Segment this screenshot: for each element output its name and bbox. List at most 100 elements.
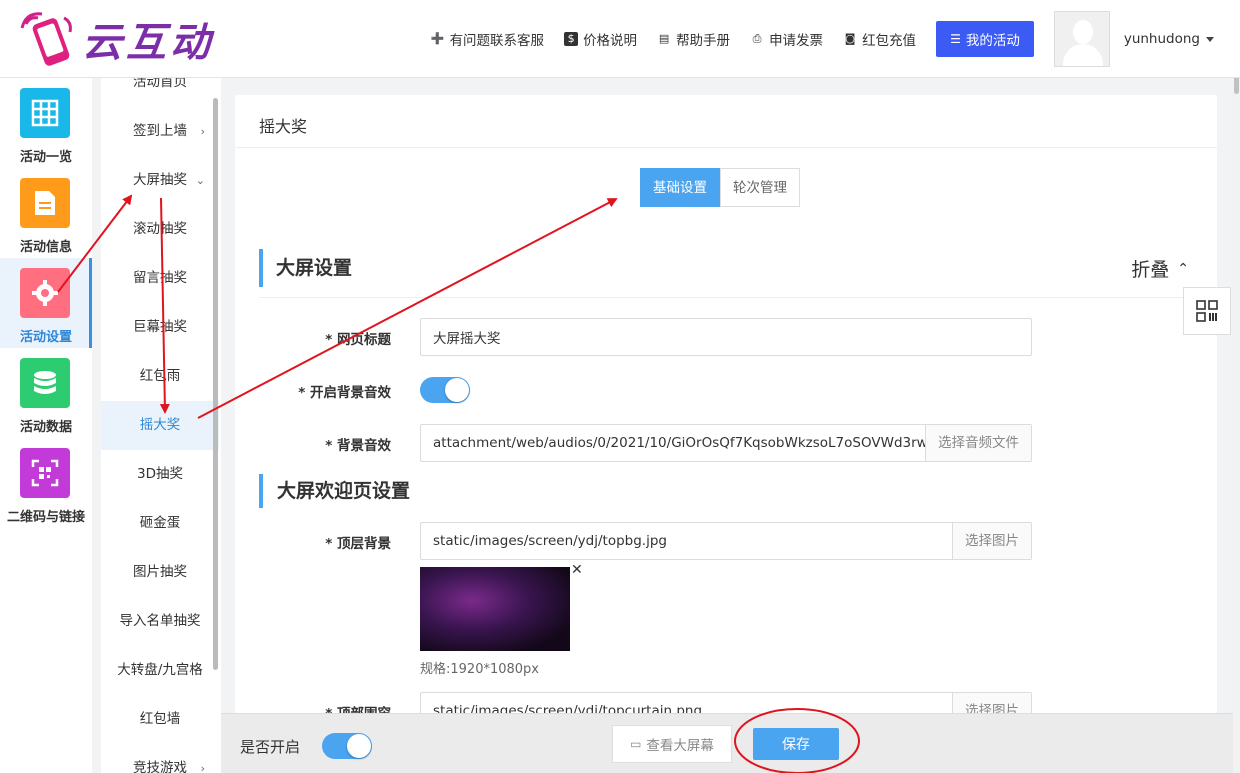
qrcode-icon <box>1196 300 1218 322</box>
sidebar-item-qrcode[interactable]: 二维码与链接 <box>0 438 92 528</box>
sidebar2-label: 留言抽奖 <box>133 270 187 286</box>
field-label: * 顶层背景 <box>325 536 391 552</box>
pricing-link[interactable]: $ 价格说明 <box>564 29 637 49</box>
sidebar2-label: 3D抽奖 <box>137 466 183 482</box>
chevron-down-icon: ⌄ <box>195 174 205 187</box>
image-spec: 规格:1920*1080px <box>420 662 539 677</box>
bg-sound-toggle[interactable] <box>420 377 470 403</box>
support-link[interactable]: ➕ 有问题联系客服 <box>430 29 545 49</box>
tab-round-management[interactable]: 轮次管理 <box>720 168 800 207</box>
divider <box>259 297 1217 298</box>
field-label: * 背景音效 <box>325 438 391 454</box>
input-value: 大屏摇大奖 <box>433 331 501 347</box>
sidebar2-label: 巨幕抽奖 <box>133 319 187 335</box>
sidebar-label: 活动一览 <box>19 150 72 165</box>
sidebar2-item-wheel[interactable]: 大转盘/九宫格 <box>101 646 219 695</box>
sidebar-item-overview[interactable]: 活动一览 <box>0 78 92 168</box>
fold-button[interactable]: 折叠 ⌃ <box>1131 255 1189 282</box>
brand-name: 云互动 <box>82 20 214 66</box>
pricing-label: 价格说明 <box>583 33 638 49</box>
page-title-input[interactable]: 大屏摇大奖 <box>420 318 1032 356</box>
bg-sound-input[interactable]: attachment/web/audios/0/2021/10/GiOrOsQf… <box>420 424 1032 462</box>
sidebar2-label: 砸金蛋 <box>139 515 181 531</box>
select-audio-button[interactable]: 选择音频文件 <box>925 425 1031 461</box>
page-scrollbar[interactable] <box>1233 0 1240 773</box>
header-nav: ➕ 有问题联系客服 $ 价格说明 ▤ 帮助手册 ⎙ 申请发票 ◙ 红包充值 ☰ 我的活动 y… <box>431 0 1240 78</box>
top-bg-input[interactable]: static/images/screen/ydj/topbg.jpg 选择图片 <box>420 522 1032 560</box>
close-icon[interactable]: ✕ <box>571 562 583 578</box>
chevron-right-icon: › <box>200 125 205 138</box>
select-image-button[interactable]: 选择图片 <box>952 523 1031 559</box>
divider <box>235 147 1217 148</box>
view-screen-label: 查看大屏幕 <box>646 738 714 754</box>
qrcode-float-button[interactable] <box>1183 287 1231 335</box>
input-value: static/images/screen/ydj/topbg.jpg <box>433 533 667 549</box>
logo[interactable]: 云互动 <box>20 10 214 68</box>
user-plus-icon: ➕ <box>430 32 445 45</box>
sidebar2-label: 导入名单抽奖 <box>119 613 201 629</box>
sidebar-scrollbar[interactable] <box>213 98 218 670</box>
avatar[interactable] <box>1053 11 1110 67</box>
sidebar2-item-red-packet-wall[interactable]: 红包墙 <box>101 695 219 744</box>
user-menu[interactable]: yunhudong <box>1124 31 1214 47</box>
page-title: 摇大奖 <box>259 117 308 136</box>
sidebar2-item-golden-egg[interactable]: 砸金蛋 <box>101 499 219 548</box>
sidebar2-item-lottery[interactable]: 大屏抽奖 ⌄ <box>101 156 219 205</box>
recharge-label: 红包充值 <box>862 33 917 49</box>
view-screen-button[interactable]: ▭ 查看大屏幕 <box>612 725 732 763</box>
document-icon <box>20 178 70 228</box>
sidebar-item-data[interactable]: 活动数据 <box>0 348 92 438</box>
sidebar-label: 活动信息 <box>19 240 72 255</box>
database-icon <box>20 358 70 408</box>
list-icon: ☰ <box>950 32 961 46</box>
grid-icon <box>20 88 70 138</box>
sidebar2-label: 滚动抽奖 <box>133 221 187 237</box>
sidebar2-label: 图片抽奖 <box>133 564 187 580</box>
sidebar2-label: 大屏抽奖 <box>133 172 187 188</box>
sidebar2-item-games[interactable]: 竞技游戏 › <box>101 744 219 773</box>
sidebar-item-settings[interactable]: 活动设置 <box>0 258 92 348</box>
sidebar2-item-3d-lottery[interactable]: 3D抽奖 <box>101 450 219 499</box>
help-link[interactable]: ▤ 帮助手册 <box>657 29 730 49</box>
recharge-link[interactable]: ◙ 红包充值 <box>843 29 916 49</box>
sidebar2-item-home[interactable]: 活动首页 <box>101 78 219 107</box>
laptop-icon: ▭ <box>630 737 642 751</box>
sidebar2-item-import-lottery[interactable]: 导入名单抽奖 <box>101 597 219 646</box>
sidebar-label: 活动数据 <box>19 420 72 435</box>
sidebar2-label: 红包雨 <box>139 368 181 384</box>
sidebar2-item-shake[interactable]: 摇大奖 <box>101 401 219 450</box>
invoice-label: 申请发票 <box>769 33 824 49</box>
my-activity-button[interactable]: ☰ 我的活动 <box>936 21 1034 57</box>
tab-basic-settings[interactable]: 基础设置 <box>640 168 720 207</box>
secondary-sidebar: 活动首页 签到上墙 › 大屏抽奖 ⌄ 滚动抽奖 留言抽奖 巨幕抽奖 红包雨 摇大奖 … <box>101 78 221 773</box>
fold-label: 折叠 <box>1131 259 1170 281</box>
printer-icon: ⎙ <box>752 32 762 45</box>
save-button[interactable]: 保存 <box>753 728 839 760</box>
sidebar2-item-image-lottery[interactable]: 图片抽奖 <box>101 548 219 597</box>
tab-bar: 基础设置 轮次管理 <box>640 168 800 207</box>
sidebar2-item-red-packet-rain[interactable]: 红包雨 <box>101 352 219 401</box>
field-label: * 开启背景音效 <box>298 385 391 401</box>
sidebar2-label: 签到上墙 <box>133 123 187 139</box>
sidebar2-label: 活动首页 <box>133 78 187 90</box>
enable-toggle[interactable] <box>322 733 372 759</box>
enable-label: 是否开启 <box>240 738 301 756</box>
chevron-double-up-icon: ⌃ <box>1177 260 1189 277</box>
caret-down-icon <box>1206 36 1214 42</box>
phone-logo-icon <box>20 10 78 68</box>
sidebar-item-info[interactable]: 活动信息 <box>0 168 92 258</box>
sidebar2-item-scroll-lottery[interactable]: 滚动抽奖 <box>101 205 219 254</box>
book-icon: ▤ <box>658 32 670 45</box>
sidebar2-item-giant-lottery[interactable]: 巨幕抽奖 <box>101 303 219 352</box>
sidebar2-item-checkin[interactable]: 签到上墙 › <box>101 107 219 156</box>
sidebar2-item-message-lottery[interactable]: 留言抽奖 <box>101 254 219 303</box>
field-label: * 网页标题 <box>325 332 391 348</box>
help-label: 帮助手册 <box>676 33 731 49</box>
sidebar2-label: 摇大奖 <box>139 417 181 433</box>
gear-icon <box>20 268 70 318</box>
dollar-icon: $ <box>564 32 579 46</box>
invoice-link[interactable]: ⎙ 申请发票 <box>750 29 823 49</box>
support-label: 有问题联系客服 <box>449 33 545 49</box>
section-title-welcome: 大屏欢迎页设置 <box>259 474 410 508</box>
top-bg-preview-image <box>420 567 570 651</box>
